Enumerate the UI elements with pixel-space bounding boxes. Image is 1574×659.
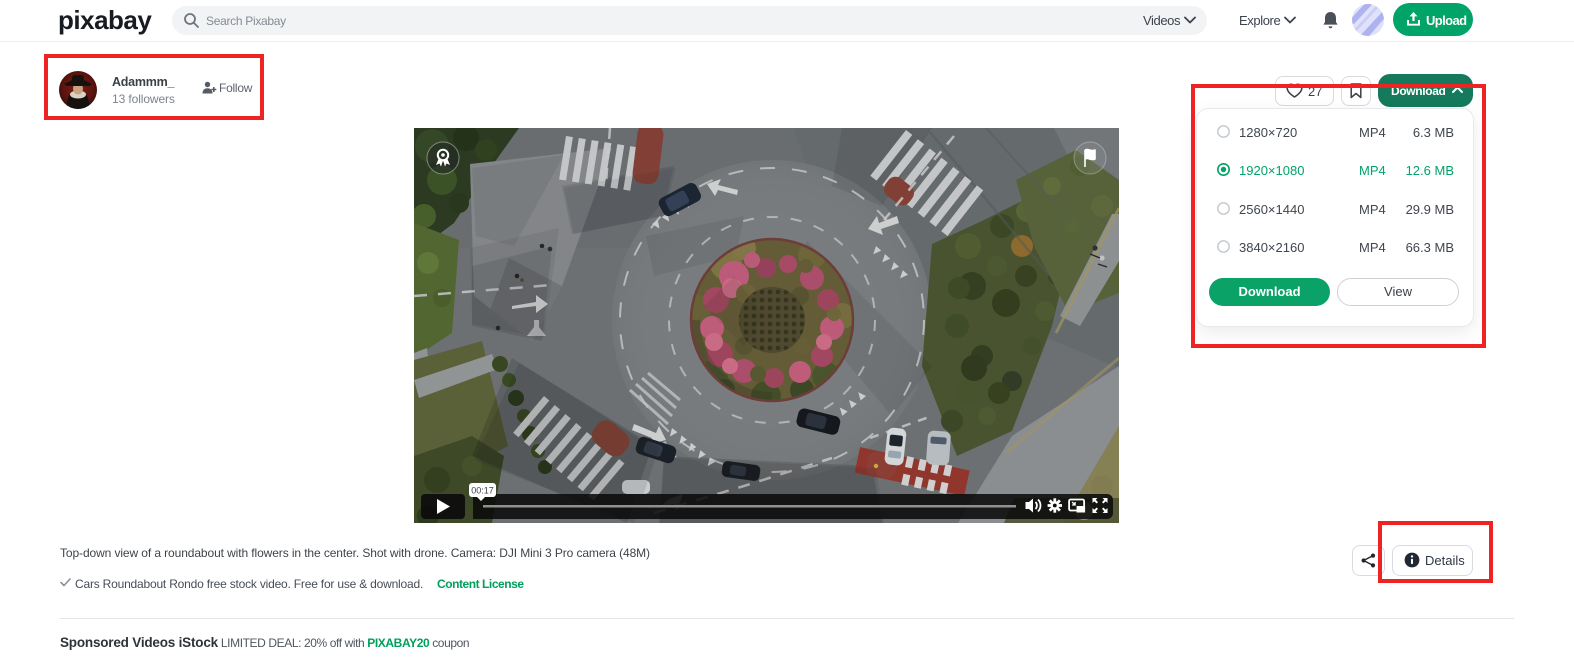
svg-text:00:17: 00:17 [471, 486, 494, 496]
